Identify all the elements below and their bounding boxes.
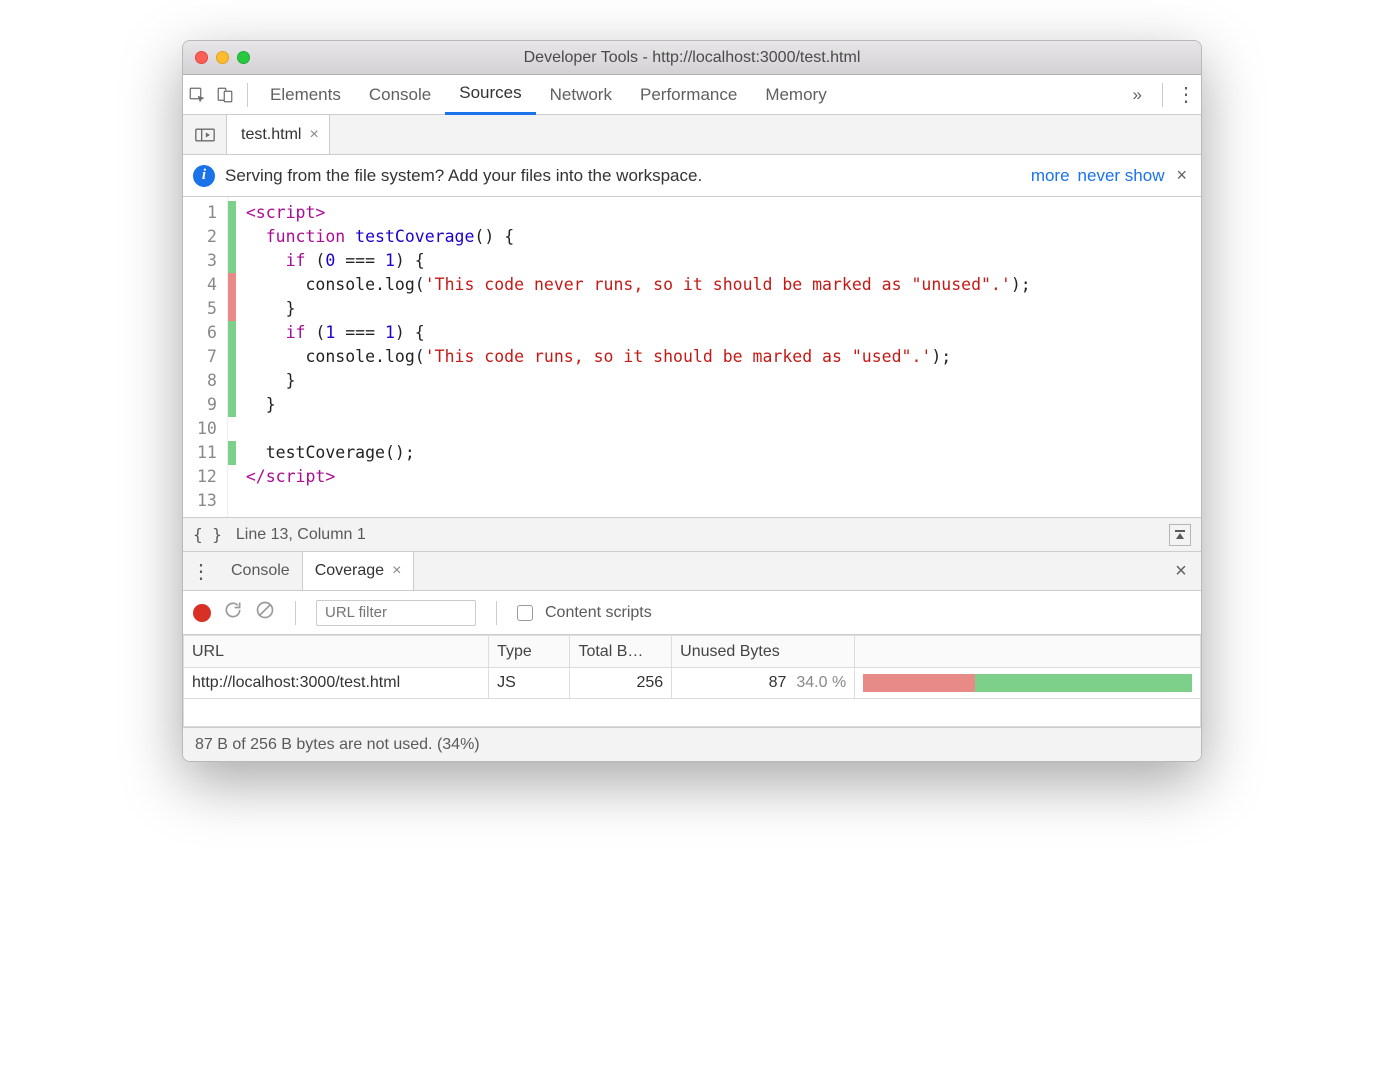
coverage-tbody: http://localhost:3000/test.htmlJS2568734…	[184, 668, 1201, 727]
close-tab-icon[interactable]: ×	[309, 126, 318, 144]
code-editor[interactable]: 12345678910111213 <script> function test…	[183, 197, 1201, 517]
cell-url: http://localhost:3000/test.html	[184, 668, 489, 699]
coverage-toolbar: Content scripts	[183, 591, 1201, 635]
titlebar: Developer Tools - http://localhost:3000/…	[183, 41, 1201, 75]
main-toolbar: ElementsConsoleSourcesNetworkPerformance…	[183, 75, 1201, 115]
col-total[interactable]: Total B…	[570, 636, 672, 668]
url-filter-input[interactable]	[316, 600, 476, 626]
zoom-window-button[interactable]	[237, 51, 250, 64]
panel-tabs: ElementsConsoleSourcesNetworkPerformance…	[256, 75, 1121, 115]
separator	[496, 601, 497, 625]
usage-bar	[863, 674, 1192, 692]
pretty-print-button[interactable]: { }	[193, 525, 222, 544]
coverage-table: URL Type Total B… Unused Bytes http://lo…	[183, 635, 1201, 727]
reload-button[interactable]	[223, 600, 243, 625]
info-more-link[interactable]: more	[1031, 166, 1070, 186]
col-type[interactable]: Type	[489, 636, 570, 668]
cell-type: JS	[489, 668, 570, 699]
line-number-gutter: 12345678910111213	[183, 197, 228, 517]
record-button[interactable]	[193, 604, 211, 622]
col-unused[interactable]: Unused Bytes	[672, 636, 855, 668]
close-drawer-button[interactable]: ×	[1161, 552, 1201, 590]
device-toolbar-icon[interactable]	[211, 75, 239, 115]
navigator-toggle-button[interactable]	[183, 115, 227, 154]
code-content[interactable]: <script> function testCoverage() { if (0…	[236, 197, 1201, 517]
info-icon: i	[193, 165, 215, 187]
editor-status-bar: { } Line 13, Column 1	[183, 517, 1201, 551]
drawer-tab-label: Coverage	[315, 562, 384, 580]
file-tab-test-html[interactable]: test.html ×	[227, 115, 330, 154]
info-message: Serving from the file system? Add your f…	[225, 166, 702, 186]
inspect-element-icon[interactable]	[183, 75, 211, 115]
cell-unused: 8734.0 %	[672, 668, 855, 699]
close-tab-icon[interactable]: ×	[392, 562, 401, 580]
coverage-summary-text: 87 B of 256 B bytes are not used. (34%)	[195, 736, 480, 754]
workspace-info-bar: i Serving from the file system? Add your…	[183, 155, 1201, 197]
window-title: Developer Tools - http://localhost:3000/…	[183, 49, 1201, 67]
coverage-gutter	[228, 197, 236, 517]
coverage-summary: 87 B of 256 B bytes are not used. (34%)	[183, 727, 1201, 761]
separator	[1162, 83, 1163, 107]
close-window-button[interactable]	[195, 51, 208, 64]
drawer-menu-button[interactable]: ⋮	[183, 552, 219, 590]
devtools-window: Developer Tools - http://localhost:3000/…	[182, 40, 1202, 762]
content-scripts-label: Content scripts	[545, 604, 652, 622]
table-header-row: URL Type Total B… Unused Bytes	[184, 636, 1201, 668]
panel-tab-elements[interactable]: Elements	[256, 75, 355, 115]
drawer-tab-strip: ⋮ Console Coverage × ×	[183, 551, 1201, 591]
info-close-button[interactable]: ×	[1172, 165, 1191, 186]
separator	[247, 83, 248, 107]
file-tab-strip: test.html ×	[183, 115, 1201, 155]
panel-tab-console[interactable]: Console	[355, 75, 445, 115]
col-url[interactable]: URL	[184, 636, 489, 668]
minimize-window-button[interactable]	[216, 51, 229, 64]
panel-tab-performance[interactable]: Performance	[626, 75, 751, 115]
cursor-position: Line 13, Column 1	[236, 526, 366, 544]
panel-tab-network[interactable]: Network	[536, 75, 626, 115]
settings-menu-button[interactable]: ⋮	[1171, 82, 1201, 107]
scroll-to-top-button[interactable]	[1169, 524, 1191, 546]
usage-bar-used	[975, 674, 1192, 692]
file-tab-label: test.html	[241, 126, 301, 144]
table-row[interactable]: http://localhost:3000/test.htmlJS2568734…	[184, 668, 1201, 699]
panel-tab-memory[interactable]: Memory	[751, 75, 840, 115]
traffic-lights	[195, 51, 250, 64]
drawer-tab-coverage[interactable]: Coverage ×	[302, 552, 415, 590]
usage-bar-unused	[863, 674, 975, 692]
panel-tab-sources[interactable]: Sources	[445, 75, 535, 115]
cell-total: 256	[570, 668, 672, 699]
info-never-show-link[interactable]: never show	[1078, 166, 1165, 186]
drawer-tab-label: Console	[231, 562, 290, 580]
col-usage-bar[interactable]	[855, 636, 1201, 668]
clear-button[interactable]	[255, 600, 275, 625]
drawer-tab-console[interactable]: Console	[219, 552, 302, 590]
content-scripts-checkbox[interactable]	[517, 605, 533, 621]
cell-usage-bar	[855, 668, 1201, 699]
overflow-tabs-button[interactable]: »	[1121, 85, 1154, 105]
separator	[295, 601, 296, 625]
